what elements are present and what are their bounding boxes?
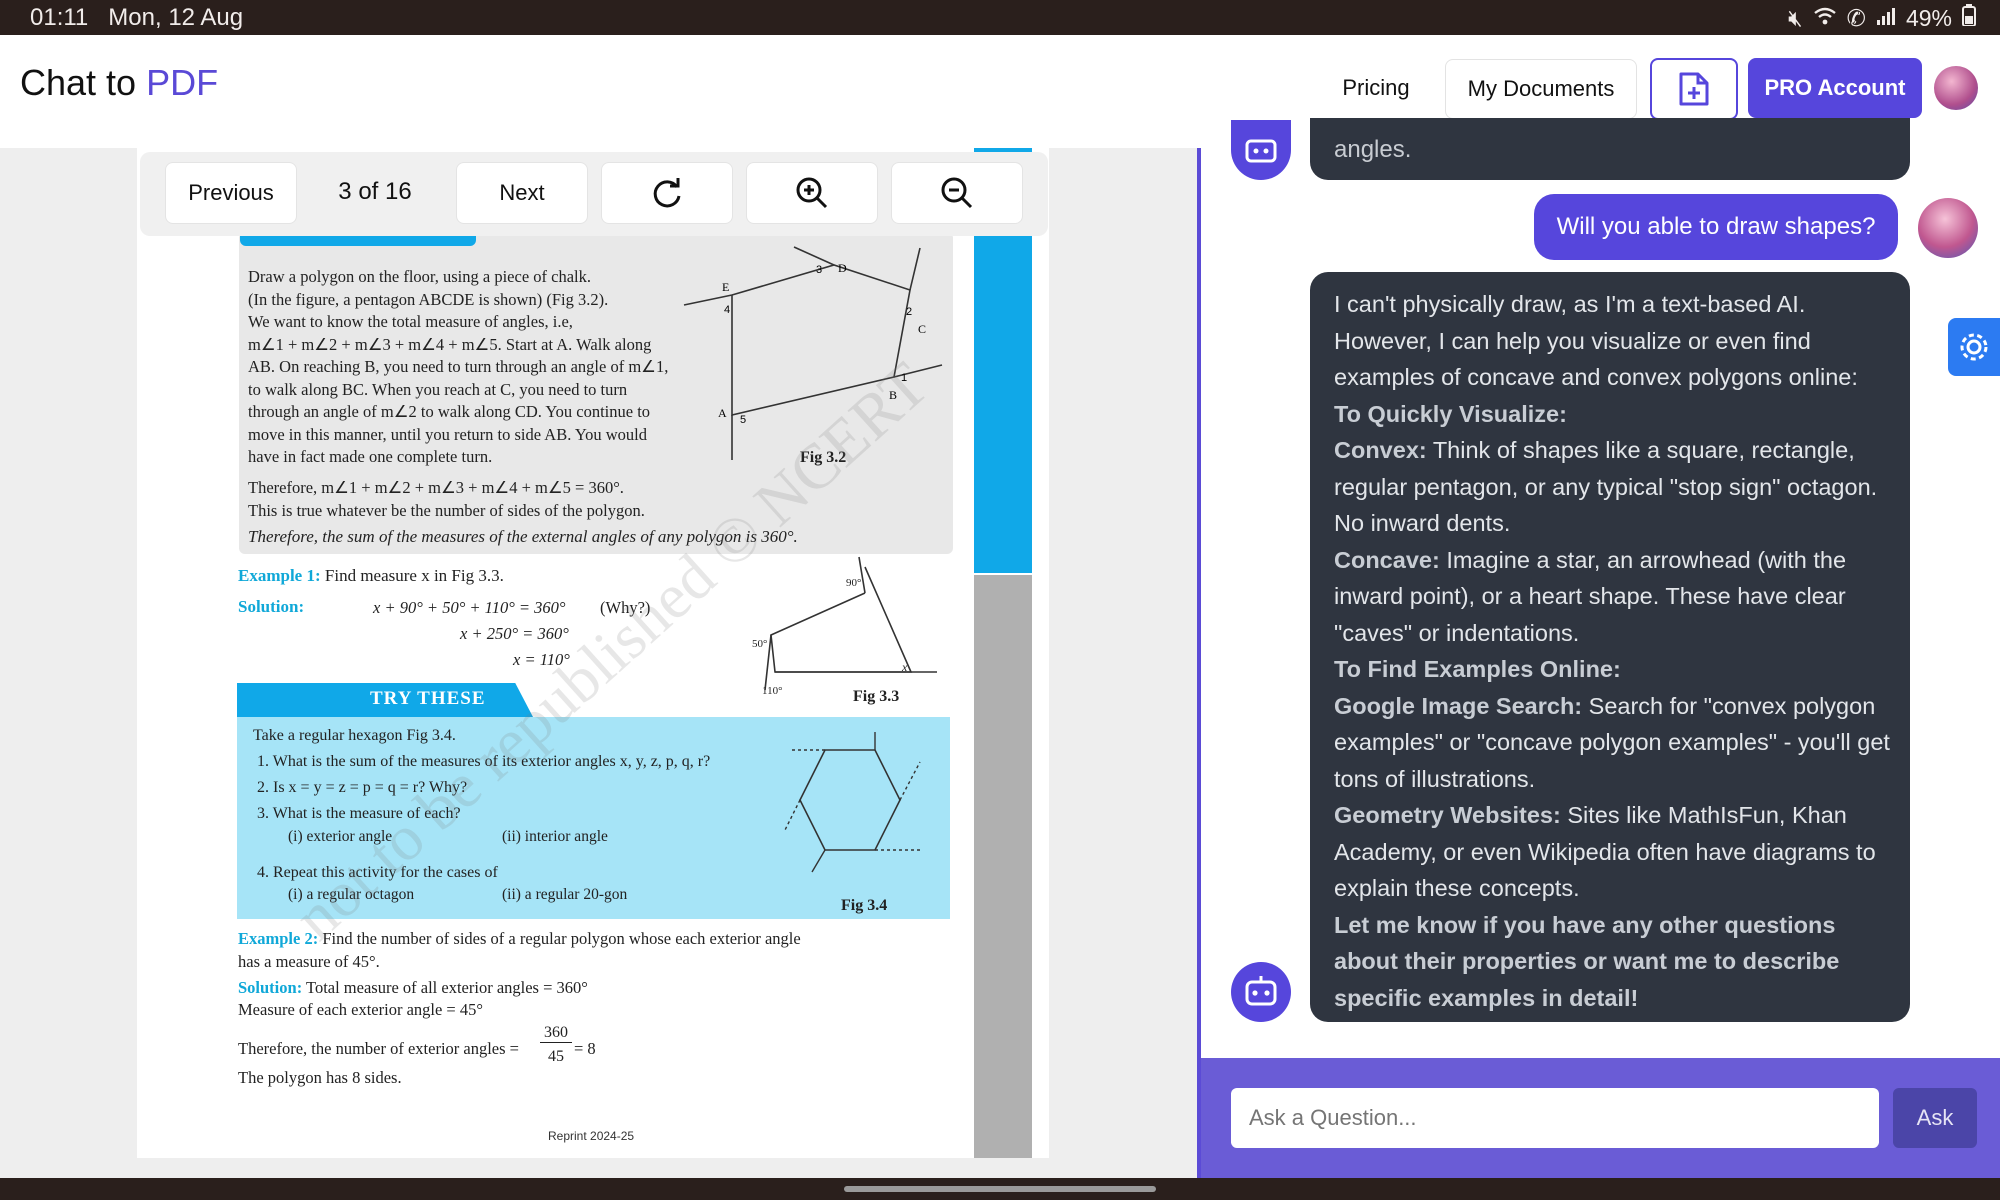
next-button[interactable]: Next bbox=[456, 162, 588, 224]
solution-2-line-4: The polygon has 8 sides. bbox=[238, 1068, 402, 1087]
fig-3-4-caption: Fig 3.4 bbox=[841, 897, 888, 914]
example-2-cont: has a measure of 45°. bbox=[238, 952, 380, 971]
home-gesture-pill[interactable] bbox=[844, 1186, 1156, 1192]
brand-logo[interactable]: Chat to PDF bbox=[20, 62, 218, 104]
zoom-in-icon bbox=[796, 177, 828, 209]
battery-percent: 49% bbox=[1905, 4, 1952, 31]
svg-text:A: A bbox=[718, 406, 727, 420]
svg-text:5: 5 bbox=[740, 414, 746, 426]
intro-paragraph: Draw a polygon on the floor, using a pie… bbox=[248, 267, 669, 466]
solution-2-line-2: Measure of each exterior angle = 45° bbox=[238, 1000, 483, 1019]
settings-icon bbox=[1960, 333, 1988, 361]
svg-text:C: C bbox=[918, 322, 926, 336]
example-1: Example 1: Find measure x in Fig 3.3. bbox=[238, 566, 504, 585]
ai-paragraph-heading: To Find Examples Online: bbox=[1334, 656, 1621, 682]
user-avatar bbox=[1918, 198, 1978, 258]
try-q4-ii: (ii) a regular 20-gon bbox=[502, 886, 628, 903]
fig-3-3-angle-50: 50° bbox=[752, 638, 768, 650]
bot-icon bbox=[1245, 976, 1277, 1006]
fig-3-3-caption: Fig 3.3 bbox=[853, 688, 900, 705]
ai-paragraph-heading: To Quickly Visualize: bbox=[1334, 400, 1567, 427]
solution-1-label: Solution: bbox=[238, 597, 305, 616]
zoom-in-button[interactable] bbox=[746, 162, 878, 224]
fraction-numerator: 360 bbox=[540, 1024, 572, 1043]
solution-1-line-1: x + 90° + 50° + 110° = 360° bbox=[373, 598, 566, 617]
fraction-result: = 8 bbox=[574, 1039, 596, 1058]
mute-icon: 🔇︎ bbox=[1788, 4, 1803, 31]
svg-text:3: 3 bbox=[816, 264, 822, 276]
fraction-denominator: 45 bbox=[548, 1048, 564, 1065]
ai-paragraph: Concave: Imagine a star, an arrowhead (w… bbox=[1334, 542, 1894, 652]
ai-paragraph: I can't physically draw, as I'm a text-b… bbox=[1334, 286, 1894, 396]
ai-paragraph-heading: Convex: bbox=[1334, 437, 1427, 463]
avatar[interactable] bbox=[1934, 66, 1978, 110]
try-these-title: TRY THESE bbox=[370, 688, 486, 709]
zoom-out-button[interactable] bbox=[891, 162, 1023, 224]
solution-2-line-3: Therefore, the number of exterior angles… bbox=[238, 1039, 519, 1058]
ask-button[interactable]: Ask bbox=[1893, 1088, 1977, 1148]
try-q3-ii: (ii) interior angle bbox=[502, 828, 608, 845]
settings-button[interactable] bbox=[1948, 318, 2000, 376]
svg-text:D: D bbox=[838, 261, 847, 275]
wifi-icon bbox=[1813, 5, 1837, 32]
refresh-icon bbox=[653, 178, 681, 208]
ai-response-bubble: I can't physically draw, as I'm a text-b… bbox=[1310, 272, 1910, 1022]
ai-paragraph: To Quickly Visualize: bbox=[1334, 396, 1894, 433]
previous-button[interactable]: Previous bbox=[165, 162, 297, 224]
fig-3-3-diagram bbox=[764, 556, 937, 691]
status-bar: 01:11 Mon, 12 Aug 🔇︎ ✆ 49% bbox=[0, 0, 2000, 35]
zoom-out-icon bbox=[941, 177, 973, 209]
status-time-date: 01:11 Mon, 12 Aug bbox=[30, 4, 244, 31]
user-message: Will you able to draw shapes? bbox=[1534, 194, 1898, 260]
ai-paragraph: To Find Examples Online: bbox=[1334, 651, 1894, 688]
ai-paragraph: Geometry Websites: Sites like MathIsFun,… bbox=[1334, 797, 1894, 907]
solution-1-line-2: x + 250° = 360° bbox=[460, 624, 569, 643]
pdf-scrollbar[interactable] bbox=[974, 575, 1032, 1158]
ai-paragraph-heading: Let me know if you have any other questi… bbox=[1334, 911, 1840, 1011]
battery-icon bbox=[1962, 4, 1976, 32]
ai-response-text: I can't physically draw, as I'm a text-b… bbox=[1334, 286, 1894, 1016]
ai-paragraph: Convex: Think of shapes like a square, r… bbox=[1334, 432, 1894, 542]
therefore-line-1: Therefore, m∠1 + m∠2 + m∠3 + m∠4 + m∠5 =… bbox=[248, 478, 624, 497]
ai-paragraph-heading: Concave: bbox=[1334, 546, 1440, 573]
svg-text:4: 4 bbox=[724, 304, 730, 316]
call-icon: ✆ bbox=[1846, 4, 1866, 31]
signal-icon bbox=[1876, 5, 1896, 32]
fig-3-4-diagram bbox=[783, 732, 921, 873]
fig-3-3-angle-x: x bbox=[902, 660, 908, 674]
svg-text:2: 2 bbox=[906, 306, 912, 318]
ai-paragraph: Let me know if you have any other questi… bbox=[1334, 907, 1894, 1017]
reprint-note: Reprint 2024-25 bbox=[548, 1129, 635, 1143]
ai-paragraph-heading: Geometry Websites: bbox=[1334, 802, 1561, 828]
page-indicator: 3 of 16 bbox=[338, 178, 412, 205]
new-document-icon bbox=[1679, 72, 1709, 106]
ai-paragraph: Google Image Search: Search for "convex … bbox=[1334, 688, 1894, 798]
fig-3-3-angle-110: 110° bbox=[762, 685, 783, 697]
pricing-link[interactable]: Pricing bbox=[1326, 59, 1426, 117]
svg-text:E: E bbox=[722, 280, 729, 294]
solution-2-line-1: Solution: Total measure of all exterior … bbox=[238, 978, 588, 997]
true-whatever-line: This is true whatever be the number of s… bbox=[248, 501, 645, 520]
refresh-button[interactable] bbox=[601, 162, 733, 224]
fig-3-3-angle-90: 90° bbox=[846, 577, 862, 589]
ai-paragraph-heading: Google Image Search: bbox=[1334, 692, 1583, 719]
ask-question-input[interactable] bbox=[1231, 1088, 1879, 1148]
ai-paragraph-text: I can't physically draw, as I'm a text-b… bbox=[1334, 291, 1858, 390]
pro-account-button[interactable]: PRO Account bbox=[1748, 58, 1922, 118]
bot-avatar bbox=[1231, 962, 1291, 1022]
status-icons: 🔇︎ ✆ 49% bbox=[1788, 4, 1976, 32]
